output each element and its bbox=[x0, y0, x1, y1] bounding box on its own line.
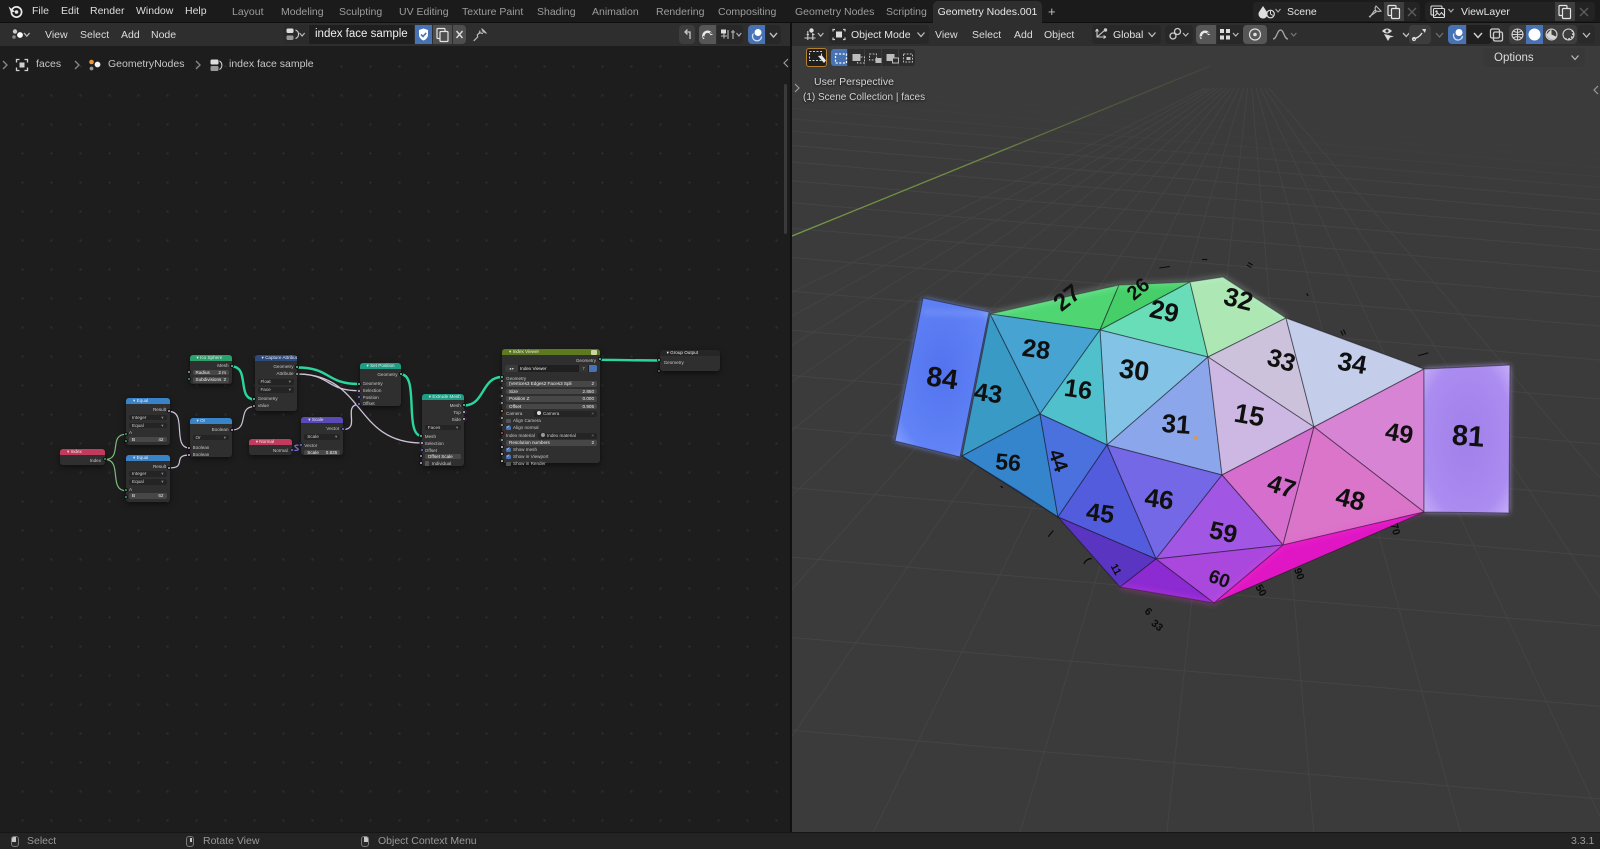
svg-text:43: 43 bbox=[972, 378, 1003, 410]
svg-text:-: - bbox=[1302, 290, 1314, 299]
svg-text:-: - bbox=[997, 481, 1008, 493]
svg-text:84: 84 bbox=[925, 360, 961, 395]
svg-text:16: 16 bbox=[1062, 374, 1093, 406]
svg-text:6: 6 bbox=[1142, 606, 1155, 619]
svg-text:34: 34 bbox=[1336, 346, 1370, 381]
svg-text:—: — bbox=[1417, 347, 1431, 361]
svg-text:30: 30 bbox=[1117, 353, 1151, 387]
svg-text:90: 90 bbox=[1291, 566, 1306, 581]
svg-text:=: = bbox=[1336, 327, 1349, 338]
svg-text:\: \ bbox=[1045, 529, 1056, 539]
svg-text:46: 46 bbox=[1143, 482, 1176, 516]
svg-text:15: 15 bbox=[1232, 398, 1267, 433]
svg-text:31: 31 bbox=[1161, 408, 1192, 440]
svg-text:33: 33 bbox=[1149, 617, 1166, 634]
svg-text:70: 70 bbox=[1388, 522, 1403, 537]
svg-text:(: ( bbox=[1082, 555, 1094, 565]
svg-text:49: 49 bbox=[1383, 417, 1415, 449]
svg-text:—: — bbox=[1159, 260, 1172, 273]
svg-text:29: 29 bbox=[1147, 293, 1182, 328]
svg-text:45: 45 bbox=[1084, 498, 1116, 530]
svg-text:81: 81 bbox=[1451, 420, 1485, 454]
svg-text:56: 56 bbox=[994, 448, 1022, 476]
svg-text:~: ~ bbox=[1201, 254, 1208, 266]
svg-text:=: = bbox=[1244, 259, 1255, 272]
svg-text:59: 59 bbox=[1207, 516, 1240, 549]
svg-text:28: 28 bbox=[1020, 334, 1052, 366]
